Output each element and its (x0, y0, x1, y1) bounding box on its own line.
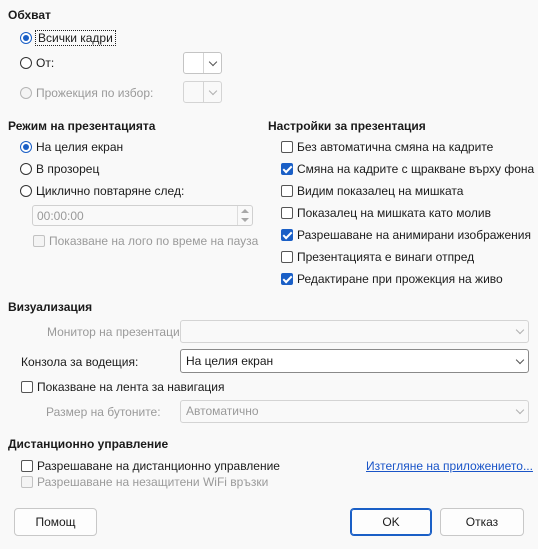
loop-radio[interactable] (20, 185, 32, 197)
nav-bar-checkbox[interactable] (21, 381, 33, 393)
live-edit-checkbox[interactable] (281, 273, 293, 285)
custom-show-select (183, 81, 222, 103)
from-slide-select[interactable] (183, 52, 222, 74)
fullscreen-radio[interactable] (20, 141, 32, 153)
chevron-down-icon (203, 53, 221, 73)
mode-heading: Режим на презентацията (8, 119, 156, 133)
button-size-value: Автоматично (186, 404, 259, 418)
fullscreen-label[interactable]: На целия екран (36, 140, 123, 154)
insecure-wifi-label: Разрешаване на незащитени WiFi връзки (37, 475, 269, 489)
chevron-down-icon (511, 350, 528, 372)
mouse-pen-checkbox[interactable] (281, 207, 293, 219)
button-size-label: Размер на бутоните: (46, 405, 161, 419)
console-select[interactable]: На целия екран (180, 349, 529, 373)
loop-label[interactable]: Циклично повтаряне след: (36, 184, 184, 198)
help-button[interactable]: Помощ (14, 508, 97, 536)
mouse-pen-label[interactable]: Показалец на мишката като молив (297, 206, 491, 220)
loop-time-spinner: 00:00:00 (32, 205, 253, 226)
arrow-down-icon (241, 218, 249, 222)
nav-bar-label[interactable]: Показване на лента за навигация (37, 380, 224, 394)
mouse-visible-checkbox[interactable] (281, 185, 293, 197)
enable-remote-label[interactable]: Разрешаване на дистанционно управление (37, 459, 280, 473)
remote-heading: Дистанционно управление (8, 437, 169, 451)
animated-images-label[interactable]: Разрешаване на анимирани изображения (297, 228, 531, 242)
cancel-button[interactable]: Отказ (440, 508, 524, 536)
animated-images-checkbox[interactable] (281, 229, 293, 241)
always-on-top-label[interactable]: Презентацията е винаги отпред (297, 250, 474, 264)
get-app-link[interactable]: Изтегляне на приложението... (366, 459, 533, 473)
click-background-checkbox[interactable] (281, 163, 293, 175)
insecure-wifi-checkbox (21, 476, 33, 488)
window-radio[interactable] (20, 163, 32, 175)
spinner-buttons (237, 206, 252, 225)
enable-remote-checkbox[interactable] (21, 460, 33, 472)
from-radio[interactable] (20, 57, 32, 69)
range-heading: Обхват (8, 8, 51, 22)
live-edit-label[interactable]: Редактиране при прожекция на живо (297, 272, 503, 286)
button-size-select: Автоматично (180, 400, 529, 423)
mouse-visible-label[interactable]: Видим показалец на мишката (297, 184, 463, 198)
chevron-down-icon (511, 401, 528, 422)
monitor-select (180, 320, 529, 343)
chevron-down-icon (203, 82, 221, 102)
loop-time-value: 00:00:00 (37, 209, 84, 223)
ok-button[interactable]: OK (350, 508, 432, 536)
show-logo-checkbox (33, 235, 45, 247)
all-slides-radio[interactable] (20, 32, 32, 44)
show-logo-label: Показване на лого по време на пауза (49, 234, 259, 248)
window-label[interactable]: В прозорец (36, 162, 99, 176)
monitor-label: Монитор на презентацията (47, 325, 199, 339)
click-background-label[interactable]: Смяна на кадрите с щракване върху фона (297, 162, 534, 176)
no-auto-advance-checkbox[interactable] (281, 141, 293, 153)
settings-heading: Настройки за презентация (268, 119, 426, 133)
custom-show-label: Прожекция по избор: (36, 86, 154, 100)
no-auto-advance-label[interactable]: Без автоматична смяна на кадрите (297, 140, 493, 154)
display-heading: Визуализация (8, 300, 93, 314)
arrow-up-icon (241, 209, 249, 213)
custom-show-radio (20, 87, 32, 99)
chevron-down-icon (511, 321, 528, 342)
console-label: Конзола за водещия: (21, 355, 139, 369)
from-label[interactable]: От: (36, 56, 54, 70)
all-slides-label[interactable]: Всички кадри (35, 30, 116, 46)
console-value: На целия екран (186, 354, 274, 368)
always-on-top-checkbox[interactable] (281, 251, 293, 263)
